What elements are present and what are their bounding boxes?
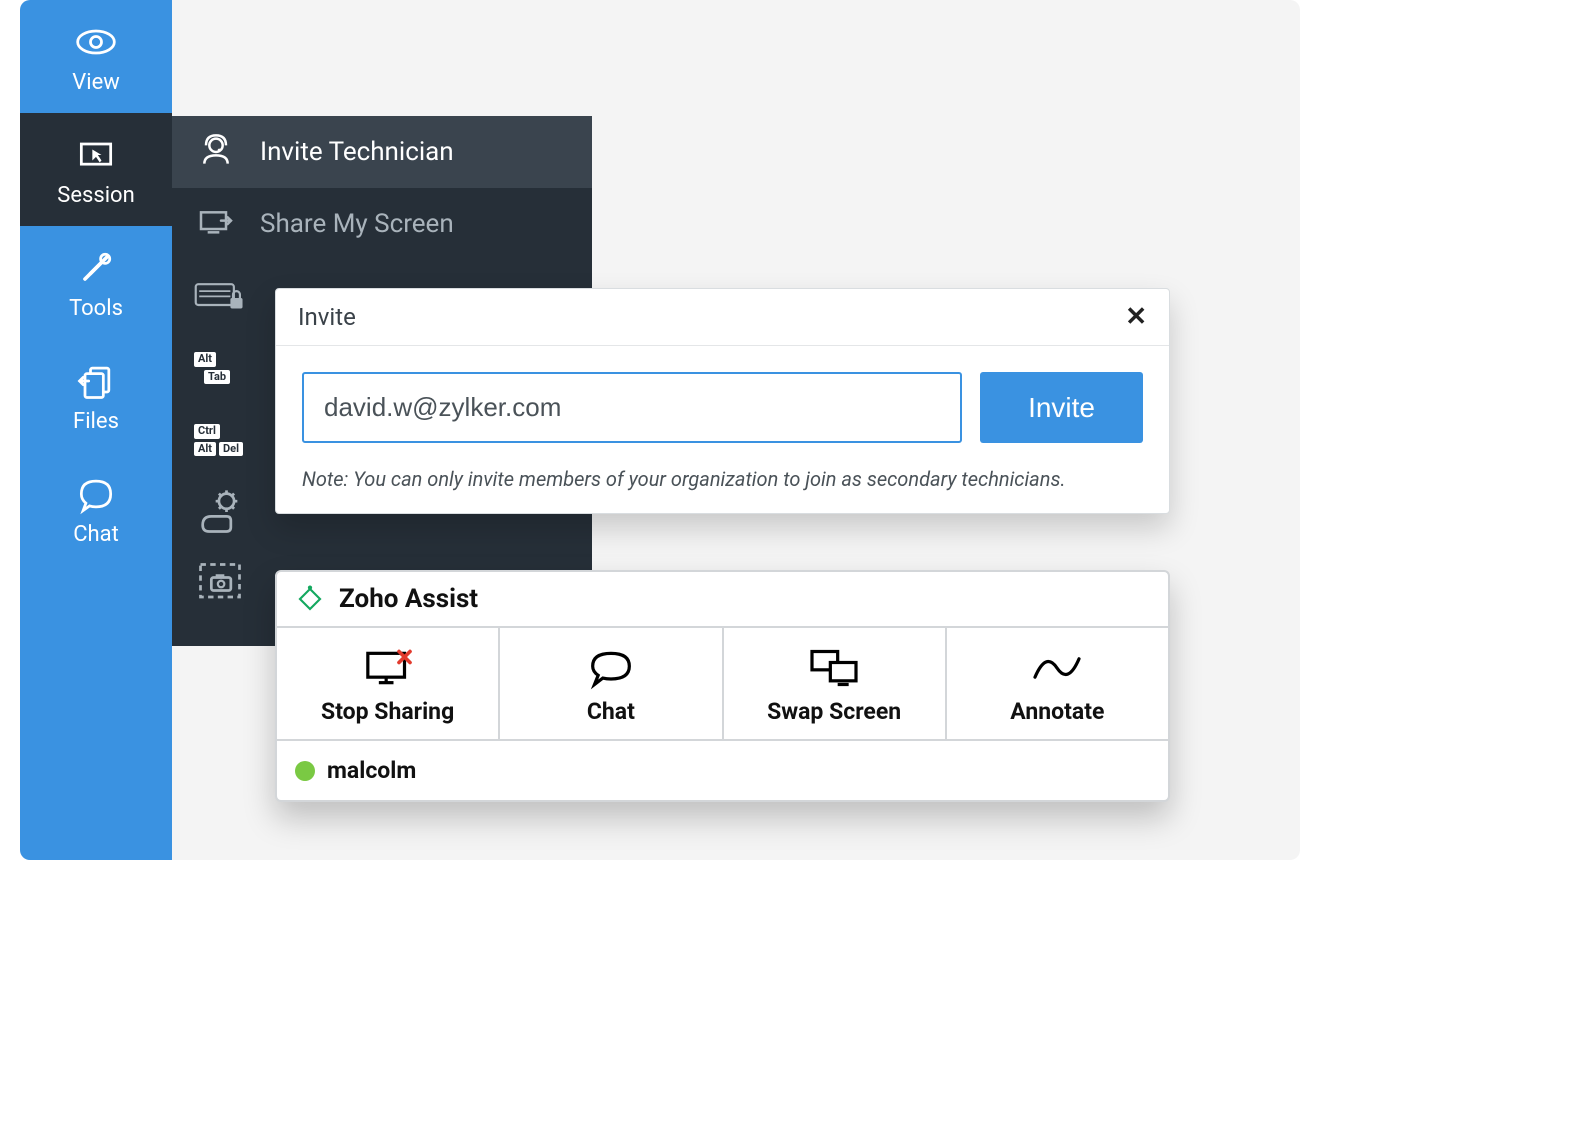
invite-email-input[interactable] (302, 372, 962, 443)
app-window: View Session Tools Files (20, 0, 1300, 860)
sidebar-item-chat[interactable]: Chat (20, 452, 172, 565)
sidebar-item-session[interactable]: Session (20, 113, 172, 226)
invite-button[interactable]: Invite (980, 372, 1143, 443)
ctrl-alt-del-icon: Ctrl AltDel (194, 424, 246, 455)
tools-icon (74, 246, 118, 290)
sidebar-item-label: Tools (69, 296, 123, 321)
keyboard-lock-icon (194, 279, 246, 314)
assist-action-label: Swap Screen (767, 698, 901, 725)
assist-header: Zoho Assist (277, 572, 1168, 628)
hand-gear-icon (194, 486, 246, 538)
assist-user-name: malcolm (327, 757, 416, 784)
submenu-item-label: Invite Technician (260, 137, 454, 167)
assist-actions: Stop Sharing Chat Swap Screen (277, 628, 1168, 741)
assist-footer: malcolm (277, 741, 1168, 800)
sidebar-item-tools[interactable]: Tools (20, 226, 172, 339)
sidebar-item-label: Files (73, 409, 119, 434)
eye-icon (74, 20, 118, 64)
invite-dialog-title: Invite (298, 303, 356, 331)
assist-action-label: Stop Sharing (321, 698, 454, 725)
sidebar-item-label: View (72, 70, 120, 95)
sidebar-item-label: Chat (73, 522, 119, 547)
monitor-cursor-icon (74, 133, 118, 177)
chat-bubble-icon (74, 472, 118, 516)
assist-annotate[interactable]: Annotate (945, 628, 1168, 739)
submenu-invite-technician[interactable]: Invite Technician (172, 116, 592, 188)
main-sidebar: View Session Tools Files (20, 0, 172, 860)
assist-action-label: Annotate (1010, 698, 1104, 725)
invite-dialog: Invite ✕ Invite Note: You can only invit… (275, 288, 1170, 514)
files-icon (74, 359, 118, 403)
sidebar-item-files[interactable]: Files (20, 339, 172, 452)
presence-indicator-icon (295, 761, 315, 781)
assist-chat[interactable]: Chat (498, 628, 721, 739)
invite-note: Note: You can only invite members of you… (302, 467, 1143, 491)
chat-icon (583, 646, 639, 690)
close-icon[interactable]: ✕ (1125, 304, 1147, 330)
sidebar-item-view[interactable]: View (20, 0, 172, 113)
assist-product-name: Zoho Assist (339, 584, 478, 614)
stop-sharing-icon (360, 646, 416, 690)
submenu-item-label: Share My Screen (260, 209, 454, 239)
submenu-share-screen[interactable]: Share My Screen (172, 188, 592, 260)
screenshot-icon (194, 558, 246, 610)
annotate-icon (1029, 646, 1085, 690)
screen-share-icon (194, 204, 238, 244)
sidebar-item-label: Session (57, 183, 134, 208)
assist-panel: Zoho Assist Stop Sharing Chat (275, 570, 1170, 802)
zoho-assist-logo-icon (293, 582, 327, 616)
assist-stop-sharing[interactable]: Stop Sharing (277, 628, 498, 739)
swap-screen-icon (806, 646, 862, 690)
alt-tab-icon: Alt Tab (194, 352, 246, 383)
headset-agent-icon (194, 132, 238, 172)
assist-action-label: Chat (587, 698, 635, 725)
invite-dialog-header: Invite ✕ (276, 289, 1169, 346)
assist-swap-screen[interactable]: Swap Screen (722, 628, 945, 739)
